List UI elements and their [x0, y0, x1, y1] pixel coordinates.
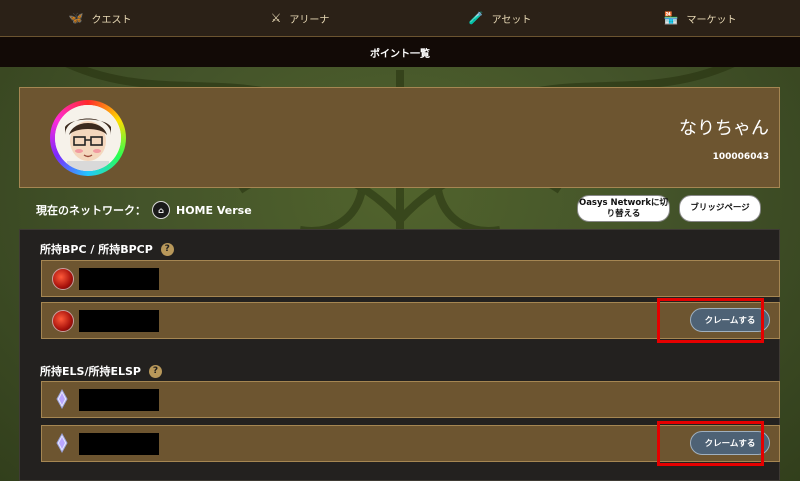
- bridge-page-button[interactable]: ブリッジページ: [679, 195, 761, 222]
- quest-icon: 🦋: [68, 11, 84, 25]
- balance-row-bpc: [41, 260, 780, 297]
- switch-network-button[interactable]: Oasys Networkに切り替える: [577, 195, 670, 222]
- nav-item-quest[interactable]: 🦋 クエスト: [0, 0, 200, 36]
- avatar: [50, 100, 126, 176]
- asset-icon: 🧪: [468, 11, 484, 25]
- masked-balance: [79, 310, 159, 332]
- nav-item-label: アセット: [491, 14, 532, 26]
- balance-row-els: [41, 381, 780, 418]
- bpc-token-icon: [52, 268, 74, 290]
- bridge-page-label: ブリッジページ: [690, 203, 750, 214]
- network-indicator: 現在のネットワーク： ⌂ HOME Verse: [36, 198, 252, 222]
- network-icon: ⌂: [152, 201, 170, 219]
- help-icon[interactable]: ?: [160, 242, 174, 256]
- section-title-els: 所持ELS/所持ELSP ?: [40, 363, 162, 379]
- section-title-text: 所持ELS/所持ELSP: [40, 365, 141, 378]
- section-title-text: 所持BPC / 所持BPCP: [40, 243, 153, 256]
- nav-item-market[interactable]: 🏪 マーケット: [600, 0, 800, 36]
- nav-item-asset[interactable]: 🧪 アセット: [400, 0, 600, 36]
- claim-highlight-box: [657, 421, 764, 466]
- profile-id: 100006043: [712, 152, 769, 162]
- section-title-bpc: 所持BPC / 所持BPCP ?: [40, 241, 174, 257]
- masked-balance: [79, 389, 159, 411]
- switch-network-label: Oasys Networkに切り替える: [578, 197, 669, 219]
- network-label: 現在のネットワーク：: [36, 204, 146, 217]
- els-token-icon: [52, 388, 72, 410]
- top-navigation: 🦋 クエスト ⚔ アリーナ 🧪 アセット 🏪 マーケット: [0, 0, 800, 37]
- arena-icon: ⚔: [270, 11, 282, 25]
- profile-card: なりちゃん 100006043: [19, 87, 780, 188]
- page-title: ポイント一覧: [370, 48, 430, 60]
- elsp-token-icon: [52, 432, 72, 454]
- help-icon[interactable]: ?: [148, 364, 162, 378]
- masked-balance: [79, 268, 159, 290]
- nav-item-label: クエスト: [91, 14, 132, 26]
- avatar-image: [55, 105, 121, 171]
- bpcp-token-icon: [52, 310, 74, 332]
- page-title-bar: ポイント一覧: [0, 37, 800, 67]
- nav-item-label: マーケット: [686, 14, 737, 26]
- masked-balance: [79, 433, 159, 455]
- nav-item-label: アリーナ: [289, 14, 330, 26]
- network-name: HOME Verse: [176, 203, 252, 217]
- claim-highlight-box: [657, 298, 764, 343]
- profile-name: なりちゃん: [679, 118, 769, 139]
- market-icon: 🏪: [663, 11, 679, 25]
- nav-item-arena[interactable]: ⚔ アリーナ: [200, 0, 400, 36]
